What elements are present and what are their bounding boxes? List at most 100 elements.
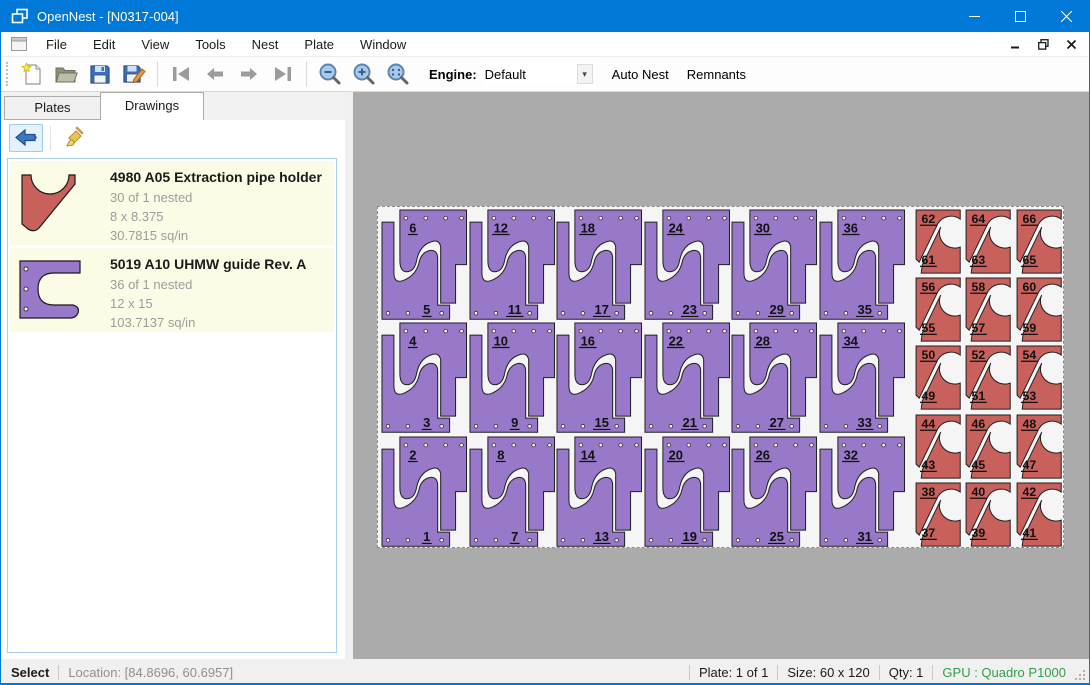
clear-drawings-button[interactable] (58, 124, 92, 152)
new-document-button[interactable] (15, 59, 49, 89)
drill-hole (619, 443, 623, 447)
part-number-label: 52 (972, 349, 986, 363)
part-pair-cell[interactable]: 1413 (555, 435, 643, 548)
part-shape-red (18, 172, 80, 234)
menu-item-view[interactable]: View (128, 33, 182, 56)
part-number-label: 62 (922, 212, 936, 226)
mdi-close-button[interactable] (1059, 35, 1083, 55)
status-bar: Select Location: [84.8696, 60.6957] Plat… (1, 661, 1089, 683)
part-pair-cell[interactable]: 4443 (913, 412, 963, 480)
part-pair-cell[interactable]: 3837 (913, 480, 963, 548)
part-pair-cell[interactable]: 1615 (555, 321, 643, 434)
part-pair-cell[interactable]: 5655 (913, 275, 963, 343)
tab-drawings[interactable]: Drawings (100, 92, 204, 120)
part-pair-cell[interactable]: 1817 (555, 208, 643, 321)
part-pair-cell[interactable]: 5453 (1014, 343, 1064, 411)
toolbar-separator (50, 126, 51, 150)
menu-item-window[interactable]: Window (347, 33, 419, 56)
status-qty: Qty: 1 (889, 665, 924, 680)
menu-item-nest[interactable]: Nest (239, 33, 292, 56)
go-previous-button[interactable] (198, 59, 232, 89)
drawing-list: 4980 A05 Extraction pipe holder 30 of 1 … (7, 158, 337, 653)
drill-hole (386, 311, 390, 315)
drill-hole (561, 311, 565, 315)
go-first-button[interactable] (164, 59, 198, 89)
part-pair-cell[interactable]: 87 (468, 435, 556, 548)
part-pair-cell[interactable]: 21 (380, 435, 468, 548)
toolbar-separator (157, 61, 158, 87)
go-next-button[interactable] (232, 59, 266, 89)
part-pair-cell[interactable]: 3433 (818, 321, 906, 434)
part-pair-cell[interactable]: 3635 (818, 208, 906, 321)
mdi-restore-button[interactable] (1031, 35, 1055, 55)
part-pair-cell[interactable]: 5251 (963, 343, 1013, 411)
part-pair-cell[interactable]: 4241 (1014, 480, 1064, 548)
drill-hole (581, 538, 585, 542)
part-pair-cell[interactable]: 109 (468, 321, 556, 434)
drawing-item-uhmw-guide[interactable]: 5019 A10 UHMW guide Rev. A 36 of 1 neste… (10, 248, 334, 332)
zoom-in-icon (352, 62, 376, 86)
part-pair-cell[interactable]: 65 (380, 208, 468, 321)
drill-hole (810, 216, 814, 220)
part-pair-cell[interactable]: 4039 (963, 480, 1013, 548)
engine-dropdown[interactable]: Default ▾ (483, 62, 593, 86)
plate[interactable]: 6512111817242330293635431091615222128273… (377, 206, 1064, 548)
minimize-icon (969, 11, 980, 22)
drill-hole (547, 216, 551, 220)
menu-item-tools[interactable]: Tools (182, 33, 238, 56)
resize-grip[interactable] (1074, 669, 1086, 681)
open-file-icon (54, 63, 78, 85)
drill-hole (635, 216, 639, 220)
part-number-label: 15 (595, 415, 609, 430)
close-button[interactable] (1043, 0, 1089, 32)
auto-nest-button[interactable]: Auto Nest (603, 62, 678, 87)
part-pair-cell[interactable]: 3231 (818, 435, 906, 548)
drawing-item-extraction-pipe-holder[interactable]: 4980 A05 Extraction pipe holder 30 of 1 … (10, 161, 334, 245)
menu-item-edit[interactable]: Edit (80, 33, 128, 56)
minimize-button[interactable] (951, 0, 997, 32)
go-last-button[interactable] (266, 59, 300, 89)
import-drawing-button[interactable] (9, 124, 43, 152)
mdi-minimize-button[interactable] (1003, 35, 1027, 55)
part-pair-cell[interactable]: 2221 (643, 321, 731, 434)
part-pair-cell[interactable]: 2019 (643, 435, 731, 548)
zoom-in-button[interactable] (347, 59, 381, 89)
part-number-label: 1 (423, 529, 430, 544)
maximize-button[interactable] (997, 0, 1043, 32)
remnants-button[interactable]: Remnants (678, 62, 755, 87)
menu-item-file[interactable]: File (33, 33, 80, 56)
part-pair-cell[interactable]: 6463 (963, 207, 1013, 275)
part-pair-cell[interactable]: 6261 (913, 207, 963, 275)
part-pair-cell[interactable]: 2625 (730, 435, 818, 548)
part-pair-cell[interactable]: 4645 (963, 412, 1013, 480)
drill-hole (686, 443, 690, 447)
part-pair-cell[interactable]: 6665 (1014, 207, 1064, 275)
part-number-label: 60 (1022, 280, 1036, 294)
part-pair-cell[interactable]: 3029 (730, 208, 818, 321)
new-document-icon (21, 62, 43, 86)
part-pair-cell[interactable]: 2827 (730, 321, 818, 434)
toolbar-grip[interactable] (6, 62, 9, 86)
part-pair-cell[interactable]: 43 (380, 321, 468, 434)
zoom-out-button[interactable] (313, 59, 347, 89)
part-pair-cell[interactable]: 6059 (1014, 275, 1064, 343)
nest-canvas[interactable]: 6512111817242330293635431091615222128273… (353, 92, 1089, 659)
drill-hole (702, 538, 706, 542)
dropdown-arrow-icon[interactable]: ▾ (577, 64, 593, 84)
part-pair-cell[interactable]: 2423 (643, 208, 731, 321)
part-number-label: 44 (922, 417, 936, 431)
tab-plates[interactable]: Plates (4, 96, 100, 120)
save-as-button[interactable] (117, 59, 151, 89)
open-file-button[interactable] (49, 59, 83, 89)
panel-splitter[interactable] (345, 92, 353, 659)
menu-item-plate[interactable]: Plate (291, 33, 347, 56)
save-button[interactable] (83, 59, 117, 89)
menu-bar: File Edit View Tools Nest Plate Window (1, 32, 1089, 57)
part-pair-cell[interactable]: 5857 (963, 275, 1013, 343)
zoom-fit-button[interactable] (381, 59, 415, 89)
part-number-label: 25 (770, 529, 784, 544)
part-pair-cell[interactable]: 4847 (1014, 412, 1064, 480)
part-pair-cell[interactable]: 5049 (913, 343, 963, 411)
part-pair-cell[interactable]: 1211 (468, 208, 556, 321)
drill-hole (824, 311, 828, 315)
